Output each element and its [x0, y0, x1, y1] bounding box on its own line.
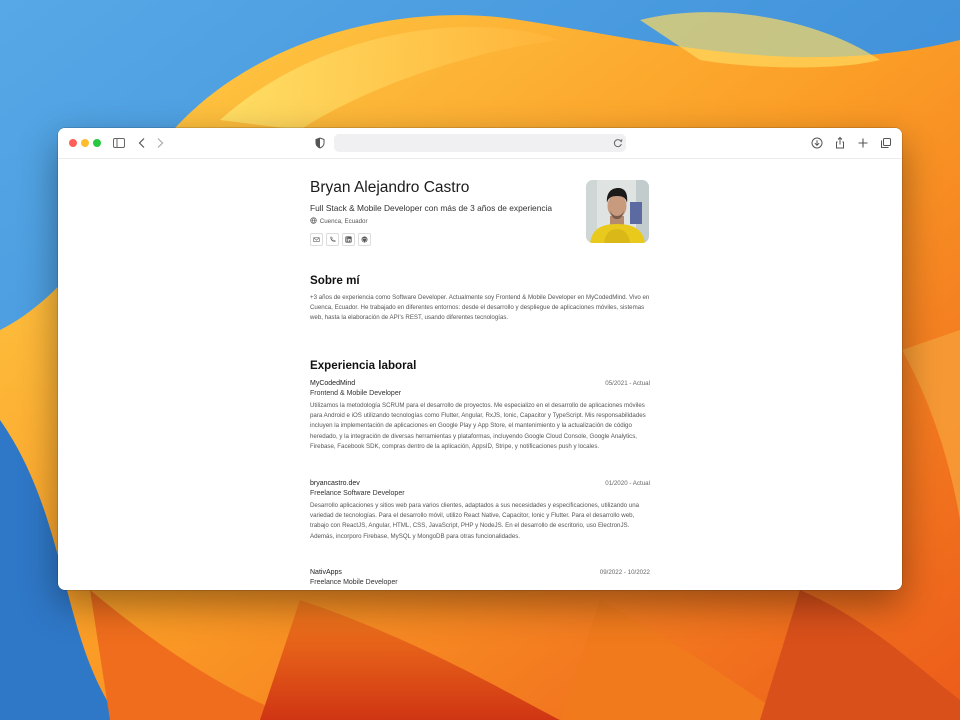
- linkedin-icon: [345, 236, 352, 243]
- minimize-window-button[interactable]: [81, 139, 89, 147]
- phone-icon: [330, 236, 336, 243]
- job-date: 09/2022 - 10/2022: [599, 569, 650, 576]
- about-text: +3 años de experiencia como Software Dev…: [310, 294, 650, 322]
- page-title: Bryan Alejandro Castro: [310, 179, 470, 196]
- back-icon[interactable]: [134, 135, 150, 151]
- zoom-window-button[interactable]: [93, 139, 101, 147]
- avatar: [586, 180, 649, 243]
- github-button[interactable]: [358, 233, 371, 246]
- job-company: NativApps: [310, 569, 342, 576]
- about-heading: Sobre mí: [310, 274, 360, 287]
- email-button[interactable]: [310, 233, 323, 246]
- job-role: Freelance Mobile Developer: [310, 579, 398, 586]
- resume-page: Bryan Alejandro Castro Full Stack & Mobi…: [310, 158, 650, 590]
- job-role: Frontend & Mobile Developer: [310, 390, 402, 397]
- privacy-shield-icon[interactable]: [312, 135, 328, 151]
- job-company: MyCodedMind: [310, 380, 356, 387]
- job-description: Utilizamos la metodología SCRUM para el …: [310, 402, 646, 450]
- browser-toolbar: [58, 128, 902, 159]
- job-description: Desarrollo aplicaciones y sitios web par…: [310, 502, 640, 540]
- phone-button[interactable]: [326, 233, 339, 246]
- job-role: Freelance Software Developer: [310, 490, 405, 497]
- share-icon[interactable]: [832, 135, 848, 151]
- github-icon: [361, 236, 368, 243]
- download-icon[interactable]: [809, 135, 825, 151]
- new-tab-icon[interactable]: [855, 135, 871, 151]
- job-company: bryancastro.dev: [310, 480, 360, 487]
- close-window-button[interactable]: [69, 139, 77, 147]
- profile-tagline: Full Stack & Mobile Developer con más de…: [310, 203, 553, 213]
- experience-heading: Experiencia laboral: [310, 359, 417, 372]
- globe-icon: [310, 217, 317, 224]
- address-bar[interactable]: [334, 134, 626, 152]
- tabs-overview-icon[interactable]: [878, 135, 894, 151]
- linkedin-button[interactable]: [342, 233, 355, 246]
- job-date: 01/2020 - Actual: [605, 480, 650, 487]
- profile-location: Cuenca, Ecuador: [310, 217, 368, 225]
- contact-links: [310, 233, 374, 251]
- reload-icon[interactable]: [610, 135, 626, 151]
- sidebar-icon[interactable]: [111, 135, 127, 151]
- mail-icon: [313, 237, 320, 242]
- job-date: 05/2021 - Actual: [605, 380, 650, 387]
- browser-window: Bryan Alejandro Castro Full Stack & Mobi…: [58, 128, 902, 590]
- forward-icon[interactable]: [152, 135, 168, 151]
- location-text: Cuenca, Ecuador: [319, 218, 368, 225]
